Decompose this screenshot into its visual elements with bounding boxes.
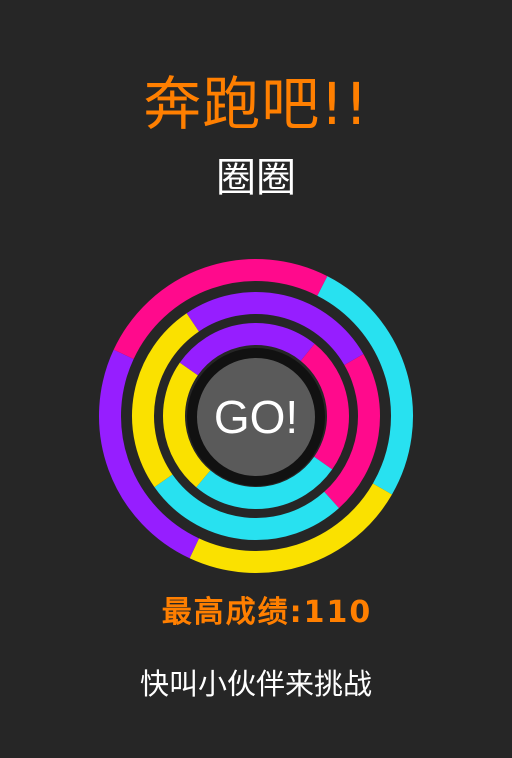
go-button-label: GO! [213,391,299,443]
challenge-friends-link[interactable]: 快叫小伙伴来挑战 [0,662,512,706]
go-button[interactable]: GO! [187,348,325,486]
best-score: 最高成绩:110 [161,595,373,630]
